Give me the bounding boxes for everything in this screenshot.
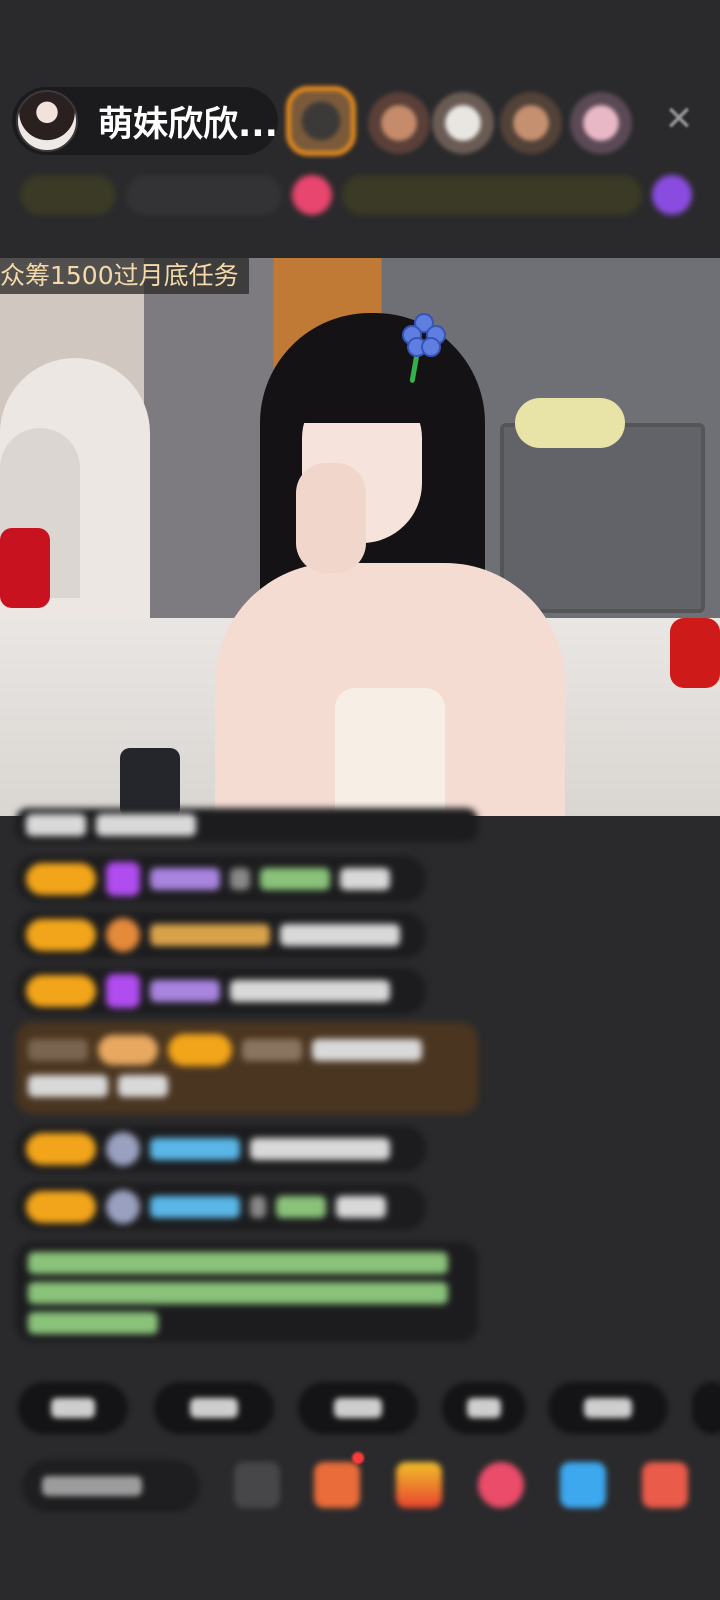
level-badge [26, 863, 96, 895]
video-background [515, 398, 625, 448]
gift-box-icon[interactable] [314, 1462, 360, 1508]
top-viewer-avatar-2[interactable] [368, 92, 430, 154]
highlight-message [16, 1022, 478, 1114]
game-icon[interactable] [560, 1462, 606, 1508]
gem-icon [106, 862, 140, 896]
top-viewer-avatar-5[interactable] [570, 92, 632, 154]
heart-gift-icon[interactable] [478, 1462, 524, 1508]
level-badge [26, 919, 96, 951]
top-viewer-avatar-1[interactable] [286, 86, 356, 156]
fox-icon [106, 918, 140, 952]
chat-message [16, 1126, 426, 1172]
cat-icon [106, 1190, 140, 1224]
cat-icon [106, 1132, 140, 1166]
host-name: 萌妹欣欣... [98, 104, 278, 145]
crowdfunding-task-label[interactable]: 众筹1500过月底任务 [0, 258, 249, 294]
host-info-pill[interactable]: 萌妹欣欣... [12, 87, 278, 155]
notification-dot [352, 1452, 364, 1464]
level-badge [26, 1133, 96, 1165]
emoji-dot-icon[interactable] [652, 175, 692, 215]
rank-chip[interactable] [20, 175, 116, 215]
video-background [500, 423, 705, 613]
level-badge [26, 975, 96, 1007]
close-icon[interactable]: ✕ [660, 100, 698, 138]
gift-dot-icon[interactable] [292, 175, 332, 215]
quick-reply-chip[interactable] [548, 1382, 668, 1434]
live-video-stream[interactable] [0, 258, 720, 816]
flower-sticker [402, 313, 446, 357]
streamer-figure [335, 688, 445, 813]
info-badge-row [20, 172, 700, 218]
more-features-icon[interactable] [642, 1462, 688, 1508]
chat-message [16, 1184, 426, 1230]
chat-message [16, 968, 426, 1014]
top-viewer-avatar-4[interactable] [500, 92, 562, 154]
quick-reply-chip[interactable] [18, 1382, 128, 1434]
video-background [0, 528, 50, 608]
quick-reply-chip[interactable] [154, 1382, 274, 1434]
chat-message [16, 808, 478, 842]
activity-chip[interactable] [342, 175, 642, 215]
host-avatar[interactable] [16, 90, 78, 152]
quick-reply-chip[interactable] [442, 1382, 526, 1434]
level-badge [26, 1191, 96, 1223]
quick-reply-row [18, 1382, 720, 1438]
chat-message [16, 912, 426, 958]
streamer-figure [296, 373, 428, 423]
top-viewer-avatar-3[interactable] [432, 92, 494, 154]
chat-input-field[interactable] [22, 1460, 200, 1512]
fans-chip[interactable] [126, 175, 282, 215]
streamer-figure [296, 463, 366, 573]
video-background [120, 748, 180, 816]
chat-message [16, 856, 426, 902]
lucky-gift-icon[interactable] [396, 1462, 442, 1508]
gem-icon [106, 974, 140, 1008]
system-notice [16, 1242, 478, 1342]
video-background [670, 618, 720, 688]
quick-reply-chip[interactable] [692, 1382, 720, 1434]
quick-reply-chip[interactable] [298, 1382, 418, 1434]
emoji-panel-icon[interactable] [234, 1462, 280, 1508]
